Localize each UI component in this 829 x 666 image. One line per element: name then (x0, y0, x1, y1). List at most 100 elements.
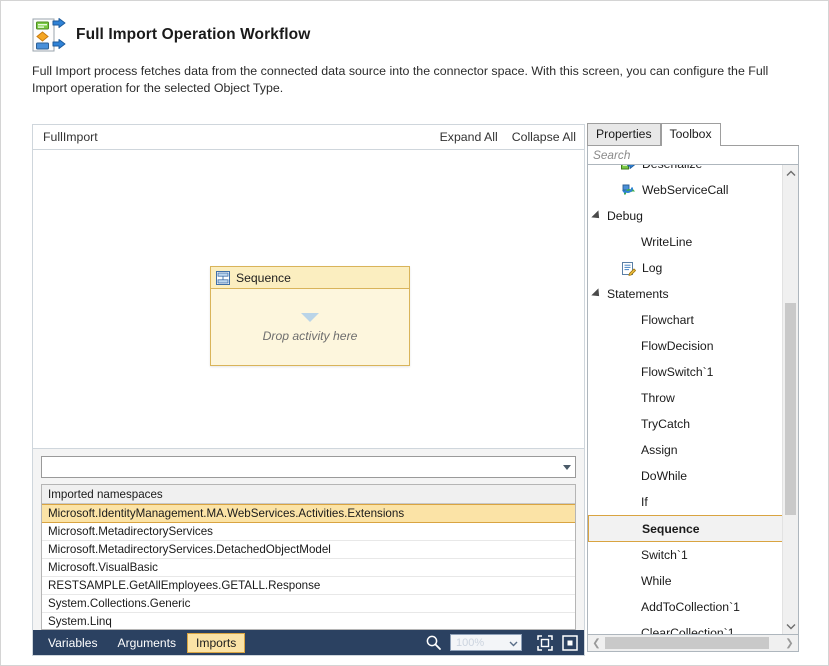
toolbox-item-while[interactable]: While (588, 568, 780, 594)
toolbox-item-switch-1[interactable]: Switch`1 (588, 542, 780, 568)
sequence-drop-zone[interactable]: Drop activity here (211, 289, 409, 366)
toolbox-item-sequence[interactable]: Sequence (588, 515, 791, 542)
toolbox-search-placeholder: Search (593, 148, 631, 162)
status-tab-arguments[interactable]: Arguments (109, 633, 185, 653)
scrollbar-thumb[interactable] (785, 303, 796, 515)
drop-triangle-icon (301, 312, 319, 322)
breadcrumb[interactable]: FullImport (43, 130, 98, 144)
toolbox-item-label: While (641, 574, 672, 588)
toolbox-item-label: FlowSwitch`1 (641, 365, 714, 379)
sequence-icon (216, 270, 230, 285)
workflow-import-icon (32, 17, 66, 53)
chevron-down-icon[interactable] (563, 464, 571, 470)
designer-toolbar: FullImport Expand All Collapse All (33, 125, 584, 150)
expander-icon[interactable] (591, 210, 603, 222)
toolbox-item-label: TryCatch (641, 417, 690, 431)
namespace-row[interactable]: Microsoft.IdentityManagement.MA.WebServi… (42, 504, 575, 523)
toolbox-category-label: Debug (607, 209, 643, 223)
scroll-left-icon[interactable]: ❮ (588, 635, 605, 651)
status-tab-variables[interactable]: Variables (39, 633, 107, 653)
toolbox-item-label: Log (642, 261, 663, 275)
scroll-right-icon[interactable]: ❯ (781, 635, 798, 651)
search-icon[interactable] (425, 634, 442, 651)
designer-status-bar: Variables Arguments Imports 100% (33, 630, 584, 655)
toolbox-item-throw[interactable]: Throw (588, 385, 780, 411)
scroll-down-icon[interactable] (783, 618, 798, 634)
workflow-designer-pane: FullImport Expand All Collapse All Seque… (32, 124, 585, 656)
toolbox-vertical-scrollbar[interactable] (782, 165, 798, 634)
scroll-up-icon[interactable] (783, 165, 798, 181)
namespace-row[interactable]: System.Collections.Generic (42, 595, 575, 613)
toolbox-category-debug[interactable]: Debug (588, 203, 780, 229)
toolbox-item-label: Deserialize (642, 165, 702, 171)
toolbox-category-label: Statements (607, 287, 669, 301)
tab-toolbox[interactable]: Toolbox (660, 123, 721, 146)
expand-all-link[interactable]: Expand All (440, 130, 498, 144)
zoom-level-value: 100% (456, 636, 485, 649)
namespace-row[interactable]: Microsoft.MetadirectoryServices (42, 523, 575, 541)
chevron-down-icon[interactable] (509, 634, 518, 652)
toolbox-horizontal-scrollbar[interactable]: ❮ ❯ (587, 635, 799, 652)
scrollbar-track[interactable] (605, 635, 781, 651)
imports-panel: Imported namespaces Microsoft.IdentityMa… (33, 448, 584, 630)
tab-properties[interactable]: Properties (587, 123, 661, 145)
toolbox-item-deserialize[interactable]: Deserialize (588, 165, 780, 177)
status-bar-tabs: Variables Arguments Imports (39, 632, 246, 653)
toolbox-item-addtocollection-1[interactable]: AddToCollection`1 (588, 594, 780, 620)
sequence-activity-header: Sequence (211, 267, 409, 289)
page-header: Full Import Operation Workflow (32, 17, 310, 53)
page-description: Full Import process fetches data from th… (32, 64, 769, 95)
toolbox-item-flowdecision[interactable]: FlowDecision (588, 333, 780, 359)
workflow-canvas[interactable]: Sequence Drop activity here (33, 150, 584, 448)
sequence-activity[interactable]: Sequence Drop activity here (210, 266, 410, 366)
log-icon (621, 261, 636, 276)
imported-namespaces-header: Imported namespaces (42, 485, 575, 504)
collapse-all-link[interactable]: Collapse All (512, 130, 576, 144)
reset-zoom-icon[interactable] (560, 633, 580, 652)
toolbox-item-label: If (641, 495, 648, 509)
toolbox-item-label: WebServiceCall (642, 183, 729, 197)
imported-namespaces-grid[interactable]: Imported namespaces Microsoft.IdentityMa… (41, 484, 576, 630)
page-title: Full Import Operation Workflow (76, 26, 311, 43)
toolbox-item-flowswitch-1[interactable]: FlowSwitch`1 (588, 359, 780, 385)
webservicecall-icon (621, 183, 636, 198)
toolbox-item-assign[interactable]: Assign (588, 437, 780, 463)
toolbox-item-writeline[interactable]: WriteLine (588, 229, 780, 255)
toolbox-item-label: ClearCollection`1 (641, 626, 735, 635)
toolbox-item-trycatch[interactable]: TryCatch (588, 411, 780, 437)
toolbox-search-input[interactable]: Search (587, 146, 799, 165)
namespace-row[interactable]: RESTSAMPLE.GetAllEmployees.GETALL.Respon… (42, 577, 575, 595)
toolbox-item-label: Throw (641, 391, 675, 405)
toolbox-item-label: AddToCollection`1 (641, 600, 740, 614)
expander-icon[interactable] (591, 288, 603, 300)
namespace-input[interactable] (41, 456, 576, 478)
toolbox-item-label: DoWhile (641, 469, 688, 483)
toolbox-category-statements[interactable]: Statements (588, 281, 780, 307)
toolbox-item-label: Assign (641, 443, 678, 457)
panel-tabstrip: Properties Toolbox (587, 123, 799, 146)
toolbox-tree[interactable]: Deserialize WebServiceCall Debug WriteLine L… (587, 165, 799, 635)
zoom-level-combo[interactable]: 100% (450, 634, 522, 651)
drop-activity-hint: Drop activity here (262, 328, 358, 343)
fit-to-screen-icon[interactable] (535, 633, 555, 652)
sequence-activity-title: Sequence (236, 270, 291, 285)
toolbox-item-clearcollection-1[interactable]: ClearCollection`1 (588, 620, 780, 635)
toolbox-item-label: Switch`1 (641, 548, 688, 562)
toolbox-item-dowhile[interactable]: DoWhile (588, 463, 780, 489)
deserialize-icon (621, 165, 636, 172)
toolbox-item-flowchart[interactable]: Flowchart (588, 307, 780, 333)
toolbox-item-label: Flowchart (641, 313, 694, 327)
toolbox-item-label: WriteLine (641, 235, 693, 249)
application-window: Full Import Operation Workflow Full Impo… (0, 0, 829, 666)
namespace-row[interactable]: Microsoft.VisualBasic (42, 559, 575, 577)
toolbox-item-webservicecall[interactable]: WebServiceCall (588, 177, 780, 203)
status-tab-imports[interactable]: Imports (187, 632, 246, 653)
imported-namespaces-rows: Microsoft.IdentityManagement.MA.WebServi… (42, 504, 575, 629)
namespace-row[interactable]: System.Linq (42, 613, 575, 629)
toolbox-item-label: Sequence (642, 521, 700, 536)
toolbox-item-if[interactable]: If (588, 489, 780, 515)
toolbox-item-log[interactable]: Log (588, 255, 780, 281)
scrollbar-thumb[interactable] (605, 637, 769, 649)
toolbox-item-list: Deserialize WebServiceCall Debug WriteLine L… (588, 165, 791, 634)
namespace-row[interactable]: Microsoft.MetadirectoryServices.Detached… (42, 541, 575, 559)
